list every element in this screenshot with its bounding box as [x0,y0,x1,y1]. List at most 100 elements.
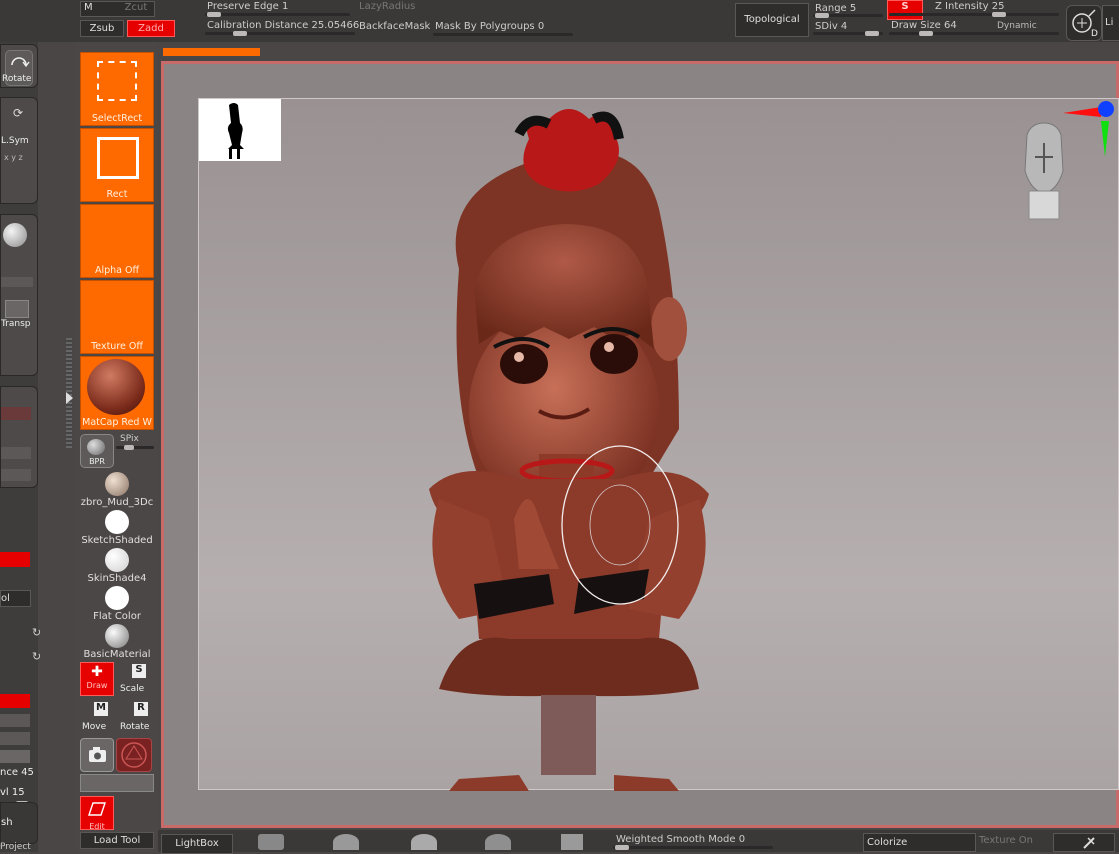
rotate-r-icon: R [134,702,148,716]
layer-panel [0,386,38,488]
material-flat-color[interactable]: Flat Color [80,584,154,622]
perspective-button[interactable] [116,738,152,772]
camera-icon [89,747,106,762]
calibration-distance-track[interactable] [205,31,355,36]
material-sketch-shaded[interactable]: SketchShaded [80,508,154,546]
orientation-head-icon[interactable] [1017,121,1071,221]
rotate-icon [11,57,30,68]
brush-panel: sh [0,802,38,844]
rect-stroke-button[interactable]: Rect [80,128,154,202]
material-sphere-icon [105,624,129,648]
crosshair-icon: D [1072,9,1098,39]
brush-thumbnail-4[interactable] [485,834,511,850]
brush-button[interactable]: sh [1,817,13,828]
move-m-icon: M [94,702,108,716]
distance-slider[interactable]: nce 45 [0,767,34,778]
brush-thumbnail-2[interactable] [333,834,359,850]
level-slider[interactable]: vl 15 [0,787,25,798]
material-sphere-icon [105,586,129,610]
spix-slider[interactable]: SPix [120,434,139,444]
colorize-toggle[interactable]: Colorize [863,833,976,852]
mask-by-polygroups-slider[interactable]: Mask By Polygroups 0 [435,21,544,32]
transp-button[interactable]: Transp [1,319,31,329]
transp-icon[interactable] [5,300,29,318]
move-mode-button[interactable]: M Move [80,702,114,732]
project-button[interactable]: Project [0,842,31,852]
sphere-icon[interactable] [3,223,27,247]
progress-indicator [163,48,260,56]
alpha-off-button[interactable]: Alpha Off [80,204,154,278]
live-boolean-button[interactable]: Li [1102,5,1119,41]
rotate-mode-button[interactable]: R Rotate [118,702,154,732]
active-red-toggle-2[interactable] [0,694,30,708]
draw-icon: ✚ [91,664,103,680]
preserve-edge-slider[interactable]: Preserve Edge 1 [207,1,288,12]
m-button[interactable]: M Zcut [80,1,155,17]
material-basic[interactable]: BasicMaterial [80,622,154,660]
snapshot-button[interactable] [80,738,114,772]
edit-mode-button[interactable]: Edit [80,796,114,831]
matcap-button[interactable]: MatCap Red W [80,356,154,430]
select-rect-icon [97,61,137,101]
sdiv-slider[interactable]: SDiv 4 [815,21,847,32]
brush-cursor [561,445,679,605]
lightbox-button[interactable]: LightBox [161,834,233,854]
tool-shelf: SelectRect Rect Alpha Off Texture Off Ma… [76,42,158,852]
weighted-smooth-slider[interactable]: Weighted Smooth Mode 0 [616,834,745,845]
edit-icon [88,802,106,816]
texture-off-button[interactable]: Texture Off [80,280,154,354]
floor-toggle[interactable] [80,774,154,792]
spix-track[interactable] [116,445,154,450]
left-tray: Rotate ⟳ L.Sym x y z Transp ol ↻ ↻ nce 4… [0,42,73,852]
bpr-icon [87,439,105,455]
lazy-radius-slider[interactable]: LazyRadius [359,1,415,12]
load-tool-button[interactable]: Load Tool [80,832,154,849]
pen-icon [1083,837,1095,849]
silhouette-icon [227,103,244,159]
brush-thumbnail-1[interactable] [258,834,284,850]
tool-button[interactable]: ol [0,590,31,607]
s-button[interactable]: S [887,0,923,20]
dynamic-toggle[interactable]: Dynamic [997,21,1037,31]
z-intensity-slider[interactable]: Z Intensity 25 [935,1,1004,12]
navigator-thumbnail[interactable] [199,99,281,161]
material-sphere-icon [105,510,129,534]
reset-icon-2[interactable]: ↻ [32,650,41,663]
z-intensity-track[interactable] [889,12,1059,17]
brush-thumbnail-3[interactable] [411,834,437,850]
topological-button[interactable]: Topological [735,3,809,37]
draw-mode-button[interactable]: ✚ Draw [80,662,114,696]
draw-size-slider[interactable]: Draw Size 64 [891,20,957,31]
refresh-icon[interactable]: ⟳ [13,106,23,120]
viewport-canvas[interactable] [198,98,1119,791]
active-red-toggle[interactable] [0,552,30,567]
bpr-button[interactable]: BPR [80,434,114,468]
preserve-edge-track[interactable] [205,12,350,17]
rotate-button[interactable]: Rotate [2,50,33,86]
draw-size-track[interactable] [889,31,1059,36]
select-rect-button[interactable]: SelectRect [80,52,154,126]
material-sphere-icon [105,472,129,496]
range-track[interactable] [813,13,883,18]
mask-by-polygroups-track[interactable] [433,33,573,36]
bottom-shelf: LightBox Weighted Smooth Mode 0 Colorize… [158,830,1119,854]
zadd-button[interactable]: Zadd [127,20,175,37]
reset-icon[interactable]: ↻ [32,626,41,639]
texture-on-toggle[interactable]: Texture On [979,835,1033,846]
zcut-label[interactable]: Zcut [125,2,148,13]
brush-pen-button[interactable] [1053,833,1115,852]
rotate-panel: Rotate [0,44,38,88]
backface-mask-toggle[interactable]: BackfaceMask [359,21,430,32]
calibration-distance-slider[interactable]: Calibration Distance 25.05466 [207,20,359,31]
collapse-arrow-icon[interactable] [66,392,73,404]
material-skin-shade[interactable]: SkinShade4 [80,546,154,584]
sdiv-track[interactable] [813,31,883,36]
zsub-button[interactable]: Zsub [80,20,124,37]
local-symmetry-button[interactable]: D [1066,5,1102,41]
weighted-smooth-track[interactable] [613,845,773,850]
lsym-button[interactable]: L.Sym [1,136,29,146]
brush-thumbnail-5[interactable] [561,834,583,850]
material-zbro-mud[interactable]: zbro_Mud_3Dc [80,470,154,508]
scale-mode-button[interactable]: S Scale [118,664,152,694]
top-toolbar: M Zcut Zsub Zadd Preserve Edge 1 LazyRadi… [0,0,1119,42]
